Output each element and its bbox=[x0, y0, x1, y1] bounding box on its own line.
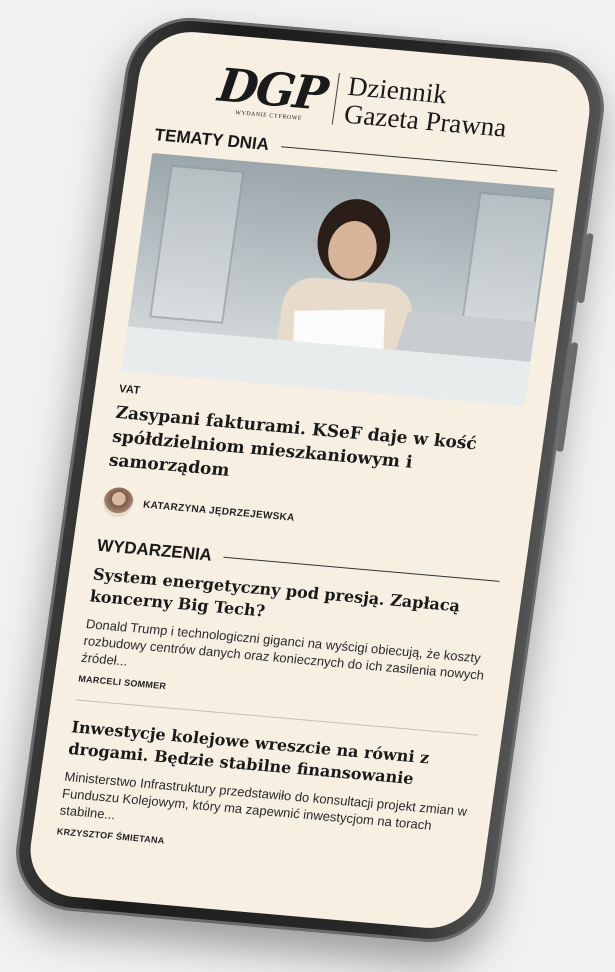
masthead-title: Dziennik Gazeta Prawna bbox=[342, 71, 512, 143]
logo-text: DGP bbox=[214, 57, 330, 121]
article-card[interactable]: Inwestycje kolejowe wreszcie na równi z … bbox=[56, 716, 475, 871]
logo-divider bbox=[331, 72, 341, 125]
dgp-logo: DGP WYDANIE CYFROWE bbox=[214, 57, 330, 124]
avatar bbox=[101, 486, 136, 519]
section-title: TEMATY DNIA bbox=[153, 125, 271, 155]
smartphone-frame: DGP WYDANIE CYFROWE Dziennik Gazeta Praw… bbox=[8, 12, 612, 948]
product-render: DGP WYDANIE CYFROWE Dziennik Gazeta Praw… bbox=[0, 0, 615, 972]
volume-button bbox=[576, 233, 594, 304]
section-title: WYDARZENIA bbox=[95, 535, 214, 565]
power-button bbox=[556, 342, 579, 452]
author-name[interactable]: KATARZYNA JĘDRZEJEWSKA bbox=[142, 499, 295, 523]
woman-head bbox=[324, 218, 381, 281]
article-card[interactable]: System energetyczny pod presją. Zapłacą … bbox=[78, 564, 497, 719]
phone-screen: DGP WYDANIE CYFROWE Dziennik Gazeta Praw… bbox=[24, 27, 596, 933]
office-window bbox=[149, 164, 245, 324]
hero-image[interactable] bbox=[121, 153, 555, 407]
app-content: DGP WYDANIE CYFROWE Dziennik Gazeta Praw… bbox=[32, 28, 596, 874]
